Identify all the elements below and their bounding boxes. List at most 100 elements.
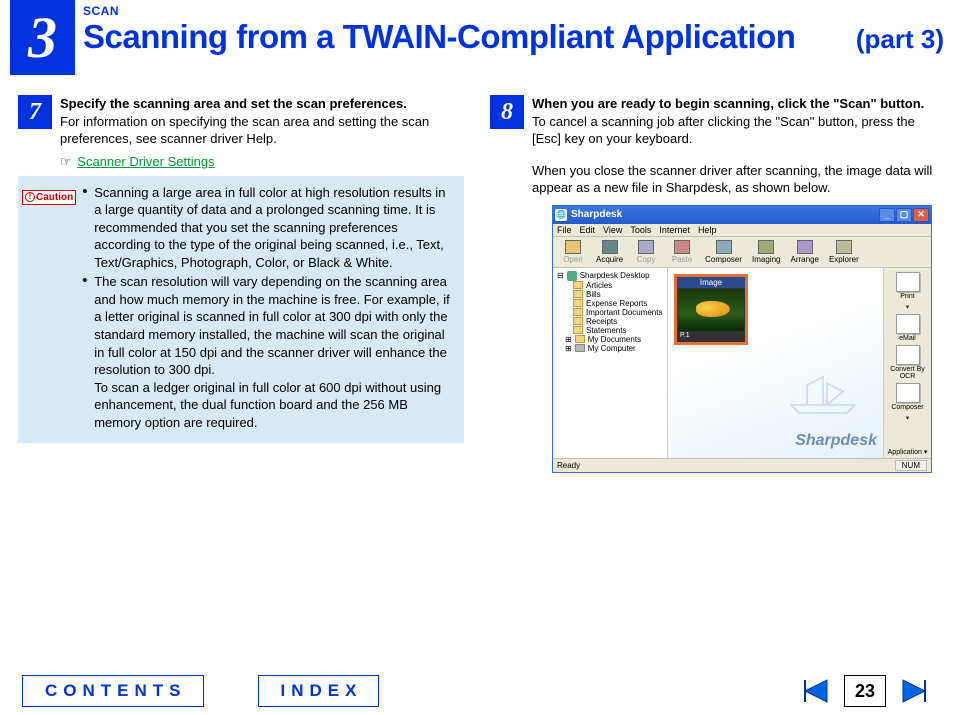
ocr-icon <box>896 345 920 365</box>
tree-folder[interactable]: Receipts <box>555 317 665 326</box>
caution-bullets: Scanning a large area in full color at h… <box>82 184 454 434</box>
dock-email[interactable]: eMail <box>889 314 927 342</box>
next-page-button[interactable] <box>896 676 932 706</box>
dock-ocr[interactable]: Convert By OCR <box>889 345 927 380</box>
computer-icon <box>575 344 585 352</box>
folder-icon <box>573 317 583 325</box>
menu-help[interactable]: Help <box>698 225 717 235</box>
step-title: When you are ready to begin scanning, cl… <box>532 96 924 111</box>
chapter-badge: 3 <box>10 0 75 75</box>
tree-folder[interactable]: Articles <box>555 281 665 290</box>
step-number-badge: 7 <box>18 95 52 129</box>
open-icon <box>565 240 581 254</box>
close-button[interactable]: ✕ <box>913 208 929 222</box>
toolbar-copy[interactable]: Copy <box>629 239 663 265</box>
tree-folder[interactable]: Bills <box>555 290 665 299</box>
header-text: SCAN Scanning from a TWAIN-Compliant App… <box>83 0 944 56</box>
exclamation-icon: ! <box>25 192 35 202</box>
step-description: To cancel a scanning job after clicking … <box>532 114 915 147</box>
folder-icon <box>573 281 583 289</box>
step-8: 8 When you are ready to begin scanning, … <box>490 95 936 197</box>
minimize-button[interactable]: _ <box>879 208 895 222</box>
page-title: Scanning from a TWAIN-Compliant Applicat… <box>83 18 795 56</box>
menu-edit[interactable]: Edit <box>580 225 596 235</box>
page-footer: CONTENTS INDEX 23 <box>0 675 954 707</box>
right-column: 8 When you are ready to begin scanning, … <box>490 95 936 473</box>
maximize-button[interactable]: ▢ <box>896 208 912 222</box>
toolbar-arrange[interactable]: Arrange <box>787 239 823 265</box>
statusbar: Ready NUM <box>553 458 931 472</box>
folder-tree: ⊟ Sharpdesk Desktop Articles Bills Expen… <box>553 268 668 458</box>
tree-folder[interactable]: Important Documents <box>555 308 665 317</box>
content-area: 7 Specify the scanning area and set the … <box>0 85 954 473</box>
folder-icon <box>573 308 583 316</box>
caution-tag: ! Caution <box>22 190 76 205</box>
toolbar-imaging[interactable]: Imaging <box>748 239 784 265</box>
menu-tools[interactable]: Tools <box>630 225 651 235</box>
menu-view[interactable]: View <box>603 225 622 235</box>
thumbnail-canvas: Image P.1 Sharpdesk <box>668 268 883 458</box>
left-column: 7 Specify the scanning area and set the … <box>18 95 464 473</box>
folder-icon <box>573 290 583 298</box>
prev-page-button[interactable] <box>798 676 834 706</box>
chevron-down-icon[interactable]: ▾ <box>906 414 910 422</box>
page-number: 23 <box>844 675 886 707</box>
window-title: Sharpdesk <box>571 209 622 220</box>
explorer-icon <box>836 240 852 254</box>
ship-watermark-icon <box>783 368 863 418</box>
copy-icon <box>638 240 654 254</box>
caution-box: ! Caution Scanning a large area in full … <box>18 176 464 444</box>
index-button[interactable]: INDEX <box>258 675 380 707</box>
step-description: For information on specifying the scan a… <box>60 114 429 147</box>
scanned-image-thumbnail[interactable]: Image P.1 <box>674 274 748 345</box>
menu-internet[interactable]: Internet <box>659 225 690 235</box>
toolbar-acquire[interactable]: Acquire <box>592 239 627 265</box>
step-number-badge: 8 <box>490 95 524 129</box>
window-controls: _ ▢ ✕ <box>879 208 929 222</box>
step-extra-paragraph: When you close the scanner driver after … <box>532 162 936 197</box>
caution-bullet-2: The scan resolution will vary depending … <box>82 273 454 431</box>
acquire-icon <box>602 240 618 254</box>
page-header: 3 SCAN Scanning from a TWAIN-Compliant A… <box>0 0 954 85</box>
toolbar: Open Acquire Copy Paste Composer Imaging… <box>553 237 931 268</box>
reference-link-row: ☞ Scanner Driver Settings <box>60 154 464 170</box>
paste-icon <box>674 240 690 254</box>
composer-dock-icon <box>896 383 920 403</box>
thumbnail-page-count: P.1 <box>677 332 745 339</box>
app-body: ⊟ Sharpdesk Desktop Articles Bills Expen… <box>553 268 931 458</box>
toolbar-open[interactable]: Open <box>556 239 590 265</box>
thumbnail-image <box>678 289 744 331</box>
dock-application-label: Application ▾ <box>888 448 928 458</box>
composer-icon <box>716 240 732 254</box>
chevron-down-icon[interactable]: ▾ <box>924 449 928 456</box>
caution-label: Caution <box>36 192 73 203</box>
dock-print[interactable]: Print <box>889 272 927 300</box>
imaging-icon <box>758 240 774 254</box>
tree-root[interactable]: ⊟ Sharpdesk Desktop <box>555 271 665 281</box>
menubar: File Edit View Tools Internet Help <box>553 224 931 237</box>
toolbar-explorer[interactable]: Explorer <box>825 239 863 265</box>
contents-button[interactable]: CONTENTS <box>22 675 204 707</box>
tree-my-computer[interactable]: ⊞ My Computer <box>555 344 665 353</box>
toolbar-composer[interactable]: Composer <box>701 239 746 265</box>
tree-folder[interactable]: Expense Reports <box>555 299 665 308</box>
folder-icon <box>575 335 585 343</box>
page-nav: 23 <box>798 675 932 707</box>
scanner-driver-settings-link[interactable]: Scanner Driver Settings <box>77 154 214 169</box>
status-num: NUM <box>895 460 927 471</box>
menu-file[interactable]: File <box>557 225 572 235</box>
caution-bullet-1: Scanning a large area in full color at h… <box>82 184 454 272</box>
arrange-icon <box>797 240 813 254</box>
tree-folder[interactable]: Statements <box>555 326 665 335</box>
dock-composer[interactable]: Composer <box>889 383 927 411</box>
toolbar-paste[interactable]: Paste <box>665 239 699 265</box>
breadcrumb: SCAN <box>83 4 944 18</box>
tree-my-documents[interactable]: ⊞ My Documents <box>555 335 665 344</box>
step-title: Specify the scanning area and set the sc… <box>60 96 407 111</box>
window-titlebar: 🌐 Sharpdesk _ ▢ ✕ <box>553 206 931 224</box>
folder-icon <box>573 299 583 307</box>
output-zone: Print ▾ eMail Convert By OCR Composer ▾ … <box>883 268 931 458</box>
chevron-down-icon[interactable]: ▾ <box>906 303 910 311</box>
arrow-left-icon <box>801 678 831 704</box>
sharpdesk-watermark: Sharpdesk <box>795 432 877 450</box>
